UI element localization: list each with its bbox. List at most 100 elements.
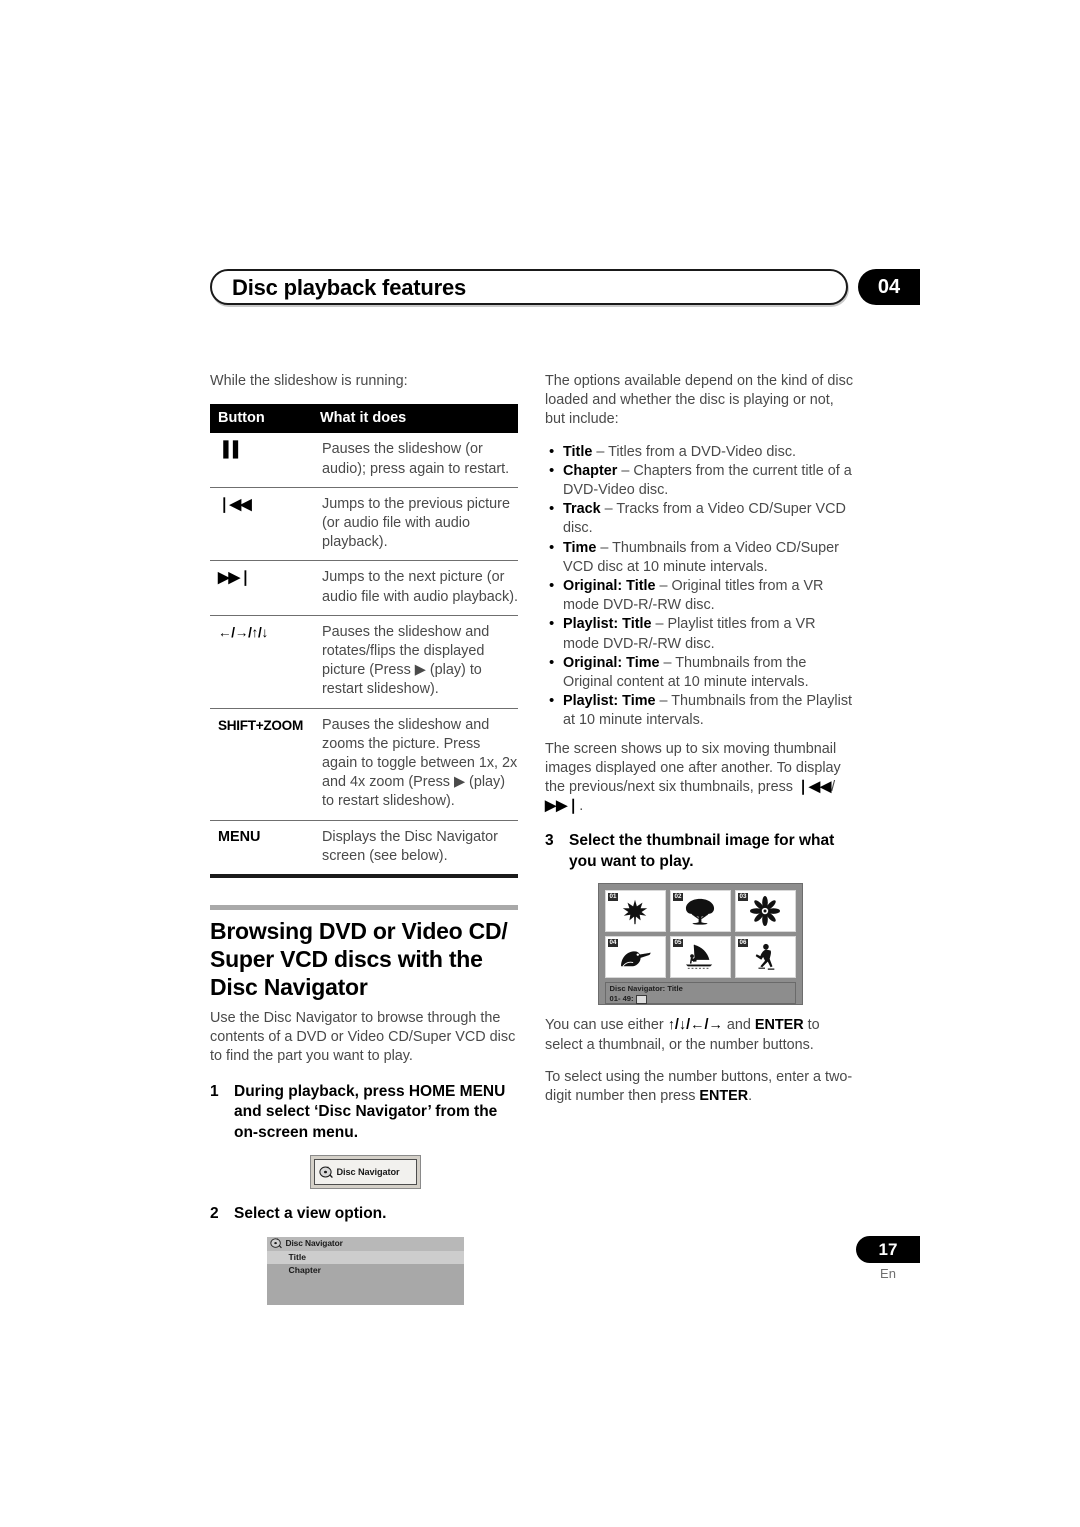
use-arrows-paragraph: You can use either ↑/↓/←/→ and ENTER to … bbox=[545, 1016, 855, 1054]
step-3: 3 Select the thumbnail image for what yo… bbox=[545, 831, 855, 872]
step-2: 2 Select a view option. bbox=[210, 1204, 520, 1225]
status-line-range: 01- 49: bbox=[610, 994, 795, 1004]
bullet-dash: – bbox=[596, 539, 613, 556]
section-heading: Browsing DVD or Video CD/ Super VCD disc… bbox=[210, 918, 508, 1001]
disc-navigator-button[interactable]: Disc Navigator bbox=[313, 1159, 417, 1186]
step-1-number: 1 bbox=[210, 1082, 219, 1100]
thumbnail-03[interactable]: 03 bbox=[734, 890, 796, 933]
step-3-number: 3 bbox=[545, 832, 554, 850]
number-buttons-paragraph: To select using the number buttons, ente… bbox=[545, 1068, 855, 1106]
previous-track-icon: ❘◀◀ bbox=[796, 779, 832, 796]
bullet-dash: – bbox=[592, 443, 609, 460]
thumbnail-06[interactable]: 06 bbox=[734, 936, 796, 979]
page-indicator-icon bbox=[635, 994, 647, 1004]
thumbnail-number: 05 bbox=[672, 939, 684, 948]
list-item: Title – Titles from a DVD-Video disc. bbox=[545, 442, 855, 462]
table-row: SHIFT+ZOOM Pauses the slideshow and zoom… bbox=[210, 708, 518, 821]
step-1: 1 During playback, press HOME MENU and s… bbox=[210, 1082, 520, 1144]
bullet-dash: – bbox=[617, 462, 634, 479]
step-3-text: Select the thumbnail image for what you … bbox=[569, 832, 835, 870]
list-item: Playlist: Time – Thumbnails from the Pla… bbox=[545, 691, 855, 730]
document-page: Disc playback features 04 While the slid… bbox=[0, 0, 1080, 1527]
bullet-dash: – bbox=[659, 654, 676, 671]
thumbnail-04[interactable]: 04 bbox=[604, 936, 666, 979]
thumbnail-number: 04 bbox=[607, 939, 619, 948]
menu-item-chapter[interactable]: Chapter bbox=[267, 1264, 464, 1277]
step-2-text: Select a view option. bbox=[234, 1205, 387, 1223]
options-intro-text: The options available depend on the kind… bbox=[545, 373, 854, 428]
thumbnail-grid: 01 02 03 04 05 06 bbox=[604, 890, 796, 979]
page-title: Disc playback features bbox=[232, 275, 467, 300]
menu-button-label: MENU bbox=[210, 820, 312, 879]
disc-icon bbox=[318, 1166, 333, 1178]
page-footer: 17 En bbox=[856, 1236, 920, 1281]
sentence-period: . bbox=[579, 798, 584, 815]
list-item: Chapter – Chapters from the current titl… bbox=[545, 461, 855, 500]
slash-separator: / bbox=[831, 779, 836, 796]
bullet-term: Track bbox=[563, 501, 601, 518]
step-2-number: 2 bbox=[210, 1205, 219, 1223]
disc-navigator-thumbnail-screen: 01 02 03 04 05 06 Disc Navigator: Title … bbox=[597, 883, 803, 1006]
skater-icon bbox=[755, 944, 775, 971]
list-item: Time – Thumbnails from a Video CD/Super … bbox=[545, 538, 855, 577]
chapter-badge: 04 bbox=[858, 269, 920, 305]
table-row: ❘◀◀ Jumps to the previous picture (or au… bbox=[210, 487, 518, 562]
number-buttons-text-end: . bbox=[748, 1088, 753, 1105]
table-header-row: Button What it does bbox=[210, 404, 518, 434]
table-cell-description: Pauses the slideshow and zooms the pictu… bbox=[312, 708, 518, 821]
previous-track-icon: ❘◀◀ bbox=[210, 487, 312, 562]
bullet-dash: – bbox=[655, 693, 672, 710]
bullet-term: Playlist: Title bbox=[563, 616, 652, 633]
button-function-table: Button What it does ▐▐ Pauses the slides… bbox=[210, 404, 518, 879]
thumbnail-status-bar: Disc Navigator: Title 01- 49: bbox=[604, 982, 796, 1005]
disc-navigator-menu: Disc Navigator Title Chapter bbox=[266, 1236, 464, 1305]
view-options-list: Title – Titles from a DVD-Video disc. Ch… bbox=[545, 442, 855, 731]
disc-icon bbox=[269, 1238, 282, 1249]
list-item: Original: Time – Thumbnails from the Ori… bbox=[545, 653, 855, 692]
bullet-dash: – bbox=[651, 616, 668, 633]
status-line-mode: Disc Navigator: Title bbox=[609, 984, 683, 994]
next-track-icon: ▶▶❘ bbox=[545, 798, 580, 815]
section-divider-rule bbox=[210, 905, 518, 911]
language-code: En bbox=[880, 1266, 896, 1281]
maple-leaf-icon bbox=[622, 900, 648, 925]
page-header: Disc playback features 04 bbox=[210, 269, 920, 307]
thumbnail-02[interactable]: 02 bbox=[669, 890, 731, 933]
disc-navigator-button-figure: Disc Navigator bbox=[210, 1155, 520, 1190]
direction-arrows-icon: ↑/↓/←/→ bbox=[667, 1017, 723, 1034]
thumbnail-number: 03 bbox=[737, 893, 749, 902]
next-track-icon: ▶▶❘ bbox=[210, 560, 312, 616]
windsurfer-icon bbox=[685, 945, 713, 970]
section-body-text: Use the Disc Navigator to browse through… bbox=[210, 1010, 516, 1065]
table-cell-description: Pauses the slideshow and rotates/flips t… bbox=[312, 615, 518, 709]
bullet-dash: – bbox=[655, 578, 672, 595]
flower-icon bbox=[750, 896, 780, 927]
bullet-term: Original: Title bbox=[563, 578, 656, 595]
disc-navigator-button-frame: Disc Navigator bbox=[309, 1155, 421, 1190]
use-arrows-text-start: You can use either bbox=[545, 1017, 668, 1034]
thumbnail-number: 06 bbox=[737, 939, 749, 948]
tree-icon bbox=[685, 899, 715, 926]
thumbnail-screen-figure: 01 02 03 04 05 06 Disc Navigator: Title … bbox=[545, 883, 855, 1006]
table-row: ▐▐ Pauses the slideshow (or audio); pres… bbox=[210, 433, 518, 488]
page-number-badge: 17 bbox=[856, 1236, 920, 1263]
disc-navigator-menu-figure: Disc Navigator Title Chapter bbox=[210, 1236, 520, 1305]
table-cell-description: Displays the Disc Navigator screen (see … bbox=[312, 820, 518, 879]
toucan-icon bbox=[621, 951, 651, 968]
thumbnail-05[interactable]: 05 bbox=[669, 936, 731, 979]
bullet-dash: – bbox=[600, 501, 617, 518]
table-header-what-it-does: What it does bbox=[312, 404, 518, 434]
bullet-term: Chapter bbox=[563, 462, 618, 479]
enter-button-label: ENTER bbox=[754, 1017, 804, 1034]
bullet-term: Title bbox=[563, 443, 593, 460]
list-item: Original: Title – Original titles from a… bbox=[545, 576, 855, 615]
list-item: Playlist: Title – Playlist titles from a… bbox=[545, 614, 855, 653]
bullet-term: Original: Time bbox=[563, 654, 660, 671]
table-header-button: Button bbox=[210, 404, 312, 434]
bullet-desc: Titles from a DVD-Video disc. bbox=[608, 443, 797, 460]
six-thumbnails-paragraph: The screen shows up to six moving thumbn… bbox=[545, 740, 855, 817]
table-cell-description: Jumps to the previous picture (or audio … bbox=[312, 487, 518, 562]
table-cell-description: Jumps to the next picture (or audio file… bbox=[312, 560, 518, 616]
table-row: MENU Displays the Disc Navigator screen … bbox=[210, 820, 518, 879]
thumbnail-01[interactable]: 01 bbox=[604, 890, 666, 933]
